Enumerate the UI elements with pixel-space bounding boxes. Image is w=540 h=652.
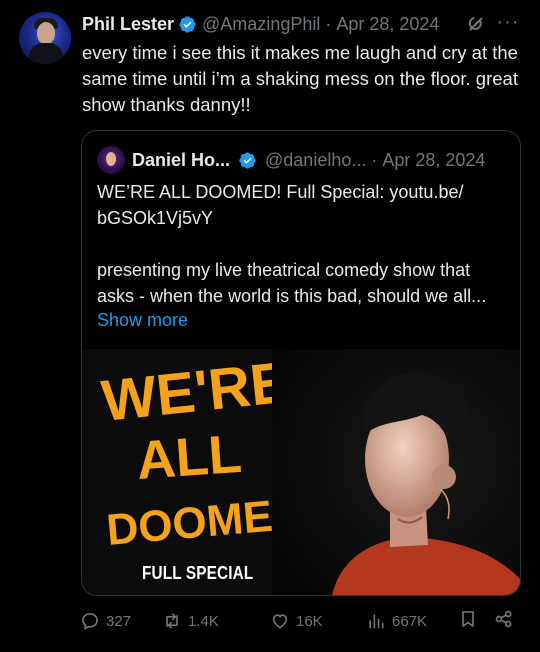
quoted-author-handle[interactable]: @danielho... xyxy=(265,150,366,171)
retweet-icon xyxy=(166,613,178,629)
tweet-text: every time i see this it makes me laugh … xyxy=(82,42,518,115)
quoted-avatar-face xyxy=(106,152,116,166)
tweet-date[interactable]: Apr 28, 2024 xyxy=(336,14,439,35)
verified-badge-icon xyxy=(238,151,257,170)
bookmark-button[interactable] xyxy=(458,609,478,633)
more-icon[interactable]: ··· xyxy=(495,12,521,34)
verified-badge-icon xyxy=(178,15,197,34)
tweet-header: Phil Lester @AmazingPhil · Apr 28, 2024 xyxy=(82,12,439,36)
share-icon xyxy=(495,610,512,628)
tweet-action-bar: 327 1.4K 16K 667K xyxy=(80,606,520,636)
show-more-link[interactable]: Show more xyxy=(97,307,188,333)
separator-dot: · xyxy=(325,13,332,34)
performer-portrait xyxy=(272,349,520,595)
separator-dot: · xyxy=(371,149,378,170)
grok-icon[interactable] xyxy=(466,14,486,34)
reply-count: 327 xyxy=(106,612,132,630)
title-line-1: WE'RE xyxy=(99,350,293,434)
like-count: 16K xyxy=(296,612,323,630)
avatar-head xyxy=(37,22,55,44)
avatar-body xyxy=(29,43,63,64)
views-count: 667K xyxy=(392,612,428,630)
show-title-art: WE'RE ALL DOOMED! xyxy=(99,350,296,555)
bookmark-icon xyxy=(462,611,474,627)
share-button[interactable] xyxy=(494,609,514,633)
quoted-author-avatar[interactable] xyxy=(97,146,125,174)
views-button[interactable]: 667K xyxy=(366,611,427,631)
quoted-tweet-card[interactable]: Daniel Ho... @danielho... · Apr 28, 2024… xyxy=(81,130,521,596)
title-line-2: ALL xyxy=(135,424,244,491)
reply-button[interactable]: 327 xyxy=(80,611,131,631)
quoted-tweet-body: presenting my live theatrical comedy sho… xyxy=(97,260,487,306)
author-handle[interactable]: @AmazingPhil xyxy=(202,14,320,35)
heart-icon xyxy=(272,614,288,629)
quoted-tweet-date[interactable]: Apr 28, 2024 xyxy=(382,150,485,171)
media-thumbnail[interactable]: WE'RE ALL DOOMED! FULL SPECIAL xyxy=(82,349,520,595)
reply-icon xyxy=(82,613,98,631)
media-subtitle: FULL SPECIAL xyxy=(142,563,254,583)
quoted-text-link[interactable]: bGSOk1Vj5vY xyxy=(97,205,509,231)
title-line-3: DOOMED! xyxy=(105,488,296,555)
author-name[interactable]: Phil Lester xyxy=(82,14,174,35)
quoted-tweet-header: Daniel Ho... @danielho... · Apr 28, 2024 xyxy=(132,148,485,172)
views-icon xyxy=(369,614,384,629)
like-button[interactable]: 16K xyxy=(270,611,323,631)
retweet-button[interactable]: 1.4K xyxy=(162,611,219,631)
quoted-text-line: WE’RE ALL DOOMED! Full Special: youtu.be… xyxy=(97,182,464,202)
author-avatar[interactable] xyxy=(19,12,71,64)
retweet-count: 1.4K xyxy=(188,612,219,630)
quoted-author-name[interactable]: Daniel Ho... xyxy=(132,150,230,171)
quoted-tweet-text: WE’RE ALL DOOMED! Full Special: youtu.be… xyxy=(97,179,509,231)
